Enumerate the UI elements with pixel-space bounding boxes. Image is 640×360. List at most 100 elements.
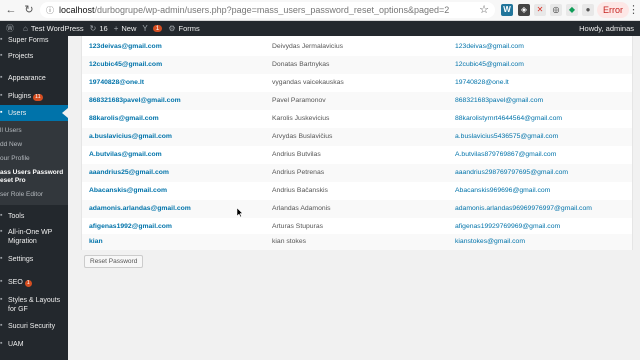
username-link[interactable]: adamonis.arlandas@gmail.com — [89, 200, 191, 218]
email-link[interactable]: 88karolistyrnrt4644564@gmail.com — [455, 110, 562, 128]
wordpress-logo-icon: Ⓦ — [6, 24, 14, 33]
extension-icon[interactable]: ◎ — [550, 4, 562, 16]
user-fullname: vygandas vaicekauskas — [272, 79, 344, 86]
table-row: 123deivas@gmail.com Deivydas Jermalaviciu… — [82, 38, 632, 56]
blocked-extension-icon[interactable]: ✕ — [534, 4, 546, 16]
shield-icon: ▪ — [0, 322, 3, 329]
wordpress-extension-icon[interactable]: W — [501, 4, 513, 16]
sidebar-item-users[interactable]: ▪ Users — [0, 105, 68, 121]
site-name: Test WordPress — [30, 24, 84, 33]
username-link[interactable]: A.butvilas@gmail.com — [89, 146, 162, 164]
user-fullname: kian stokes — [272, 238, 307, 245]
username-link[interactable]: 12cubic45@gmail.com — [89, 56, 162, 74]
user-fullname: Arvydas Buslavičius — [272, 133, 333, 140]
reload-icon[interactable]: ↻ — [22, 3, 36, 17]
email-link[interactable]: 19740828@one.lt — [455, 74, 509, 92]
sidebar-item-appearance[interactable]: ▪ Appearance — [0, 74, 68, 83]
new-label: New — [121, 24, 137, 33]
sidebar-item-projects[interactable]: ▪ Projects — [0, 52, 68, 61]
site-name-menu[interactable]: ⌂ Test WordPress — [23, 24, 84, 33]
howdy-account[interactable]: Howdy, adminas — [579, 24, 634, 33]
email-link[interactable]: aaandrius298769797695@gmail.com — [455, 164, 568, 182]
sidebar-item-tools[interactable]: ▪ Tools — [0, 212, 68, 221]
email-link[interactable]: kianstokes@gmail.com — [455, 234, 525, 250]
users-submenu: ll Users dd New our Profile ass Users Pa… — [0, 121, 68, 205]
email-link[interactable]: 868321683pavel@gmail.com — [455, 92, 543, 110]
sidebar-item-uam[interactable]: ▪ UAM — [0, 340, 68, 349]
username-link[interactable]: Abacanskis@gmail.com — [89, 182, 167, 200]
seo-icon: ▪ — [0, 278, 3, 285]
email-link[interactable]: 123deivas@gmail.com — [455, 38, 524, 56]
wrench-icon: ▪ — [0, 212, 3, 219]
sidebar-item-super-forms[interactable]: ▪ Super Forms — [0, 36, 68, 45]
profile-error-button[interactable]: Error — [597, 2, 629, 18]
table-row: aaandrius25@gmail.com Andrius Petrenas aaa… — [82, 164, 632, 182]
sync-extension-icon[interactable]: ● — [582, 4, 594, 16]
browser-menu-icon[interactable]: ⋮ — [628, 3, 639, 16]
comments-count: 1 — [152, 25, 163, 32]
table-row: a.buslavicius@gmail.com Arvydas Buslaviči… — [82, 128, 632, 146]
bookmark-star-icon[interactable]: ☆ — [479, 3, 489, 16]
sidebar-item-seo[interactable]: ▪ SEO 1 — [0, 278, 68, 287]
submenu-reset-pro[interactable]: eset Pro — [0, 177, 26, 185]
email-link[interactable]: Abacanskis969696@gmail.com — [455, 182, 550, 200]
user-fullname: Andrius Bačanskis — [272, 187, 328, 194]
user-fullname: Donatas Bartnykas — [272, 61, 330, 68]
updates-count: 16 — [99, 24, 108, 33]
user-fullname: Andrius Butvilas — [272, 151, 321, 158]
yoast-icon: Y — [142, 24, 148, 33]
table-row: 12cubic45@gmail.com Donatas Bartnykas 12cu… — [82, 56, 632, 74]
submenu-all-users[interactable]: ll Users — [0, 127, 22, 135]
user-fullname: Andrius Petrenas — [272, 169, 325, 176]
username-link[interactable]: aaandrius25@gmail.com — [89, 164, 169, 182]
settings-icon: ▪ — [0, 255, 3, 262]
projects-icon: ▪ — [0, 52, 3, 59]
wp-logo-menu[interactable]: Ⓦ — [6, 23, 17, 34]
user-fullname: Pavel Paramonov — [272, 97, 326, 104]
new-content-menu[interactable]: + New — [114, 24, 137, 33]
submenu-your-profile[interactable]: our Profile — [0, 155, 30, 163]
username-link[interactable]: 19740828@one.lt — [89, 74, 144, 92]
table-row: 88karolis@gmail.com Karolis Juskevicius 88… — [82, 110, 632, 128]
info-icon[interactable]: ⓘ — [46, 5, 55, 16]
wp-admin-bar: Ⓦ ⌂ Test WordPress ↻ 16 + New Y1 ⚙ Forms How… — [0, 21, 640, 36]
username-link[interactable]: kian — [89, 234, 103, 250]
sidebar-item-styles-layouts[interactable]: ▪ Styles & Layouts for GF — [0, 296, 68, 314]
seo-badge: 1 — [24, 280, 32, 287]
back-icon[interactable]: ← — [4, 3, 18, 17]
yoast-menu[interactable]: Y1 — [142, 24, 163, 33]
sidebar-item-all-in-one-migration[interactable]: ▪ All-in-One WP Migration — [0, 228, 68, 246]
username-link[interactable]: a.buslavicius@gmail.com — [89, 128, 172, 146]
sidebar-item-settings[interactable]: ▪ Settings — [0, 255, 68, 264]
forms-icon: ▪ — [0, 36, 3, 43]
submenu-user-role-editor[interactable]: ser Role Editor — [0, 191, 43, 199]
shield-extension-icon[interactable]: ◆ — [566, 4, 578, 16]
table-row: 868321683pavel@gmail.com Pavel Paramonov 8… — [82, 92, 632, 110]
mouse-cursor-icon — [237, 208, 243, 217]
users-icon: ▪ — [0, 109, 3, 116]
updates-menu[interactable]: ↻ 16 — [90, 24, 108, 33]
username-link[interactable]: 868321683pavel@gmail.com — [89, 92, 181, 110]
user-fullname: Deivydas Jermalavicius — [272, 43, 344, 50]
address-bar[interactable]: ⓘ localhost/durbogrupe/wp-admin/users.ph… — [40, 2, 495, 18]
submenu-mass-users-password[interactable]: ass Users Password — [0, 169, 63, 177]
reset-password-button[interactable]: Reset Password — [84, 255, 144, 268]
sidebar-item-sucuri[interactable]: ▪ Sucuri Security — [0, 322, 68, 331]
updates-icon: ↻ — [89, 24, 97, 33]
submenu-add-new[interactable]: dd New — [0, 141, 22, 149]
browser-toolbar: ← ↻ ⓘ localhost/durbogrupe/wp-admin/user… — [0, 0, 640, 21]
user-fullname: Karolis Juskevicius — [272, 115, 330, 122]
email-link[interactable]: 12cubic45@gmail.com — [455, 56, 524, 74]
sidebar-item-plugins[interactable]: ▪ Plugins 11 — [0, 92, 68, 101]
username-link[interactable]: 123deivas@gmail.com — [89, 38, 162, 56]
email-link[interactable]: A.butvilas879769867@gmail.com — [455, 146, 556, 164]
puzzle-extension-icon[interactable]: ◈ — [518, 4, 530, 16]
email-link[interactable]: adamonis.arlandas96969976997@gmail.com — [455, 200, 592, 218]
admin-sidebar: ▪ Super Forms ▪ Projects ▪ Appearance ▪ Plug… — [0, 36, 68, 360]
username-link[interactable]: 88karolis@gmail.com — [89, 110, 159, 128]
email-link[interactable]: a.buslavicius5436575@gmail.com — [455, 128, 558, 146]
gear-icon: ⚙ — [168, 24, 176, 33]
user-fullname: Arlandas Adamonis — [272, 205, 331, 212]
table-row: adamonis.arlandas@gmail.com Arlandas Adam… — [82, 200, 632, 218]
forms-menu[interactable]: ⚙ Forms — [168, 24, 199, 33]
